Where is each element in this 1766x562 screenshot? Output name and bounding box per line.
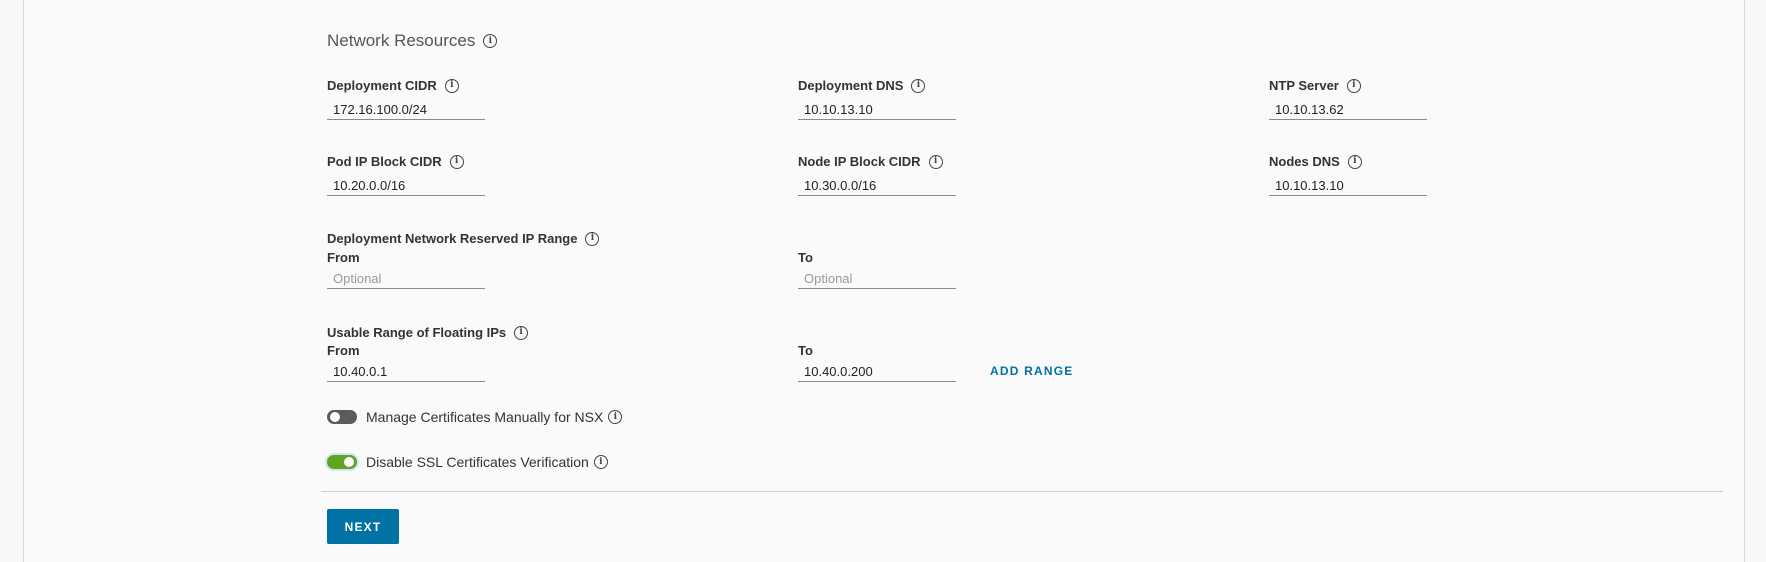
info-icon[interactable]: i	[444, 78, 459, 93]
section-title: Network Resources i	[327, 31, 498, 51]
floating-to-label: To	[798, 343, 813, 358]
floating-to-input[interactable]	[798, 361, 956, 382]
manage-certs-toggle-row: Manage Certificates Manually for NSX i	[327, 409, 623, 425]
reserved-from-input[interactable]	[327, 268, 485, 289]
disable-ssl-toggle[interactable]	[327, 455, 357, 469]
deployment-cidr-label: Deployment CIDR i	[327, 78, 459, 93]
info-icon[interactable]: i	[1346, 78, 1361, 93]
floating-from-input[interactable]	[327, 361, 485, 382]
info-icon[interactable]: i	[928, 154, 943, 169]
disable-ssl-toggle-row: Disable SSL Certificates Verification i	[327, 454, 608, 470]
ntp-server-label: NTP Server i	[1269, 78, 1361, 93]
deployment-cidr-input[interactable]	[327, 99, 485, 120]
reserved-to-input[interactable]	[798, 268, 956, 289]
reserved-from-label: From	[327, 250, 360, 265]
info-icon[interactable]: i	[449, 154, 464, 169]
floating-from-label: From	[327, 343, 360, 358]
reserved-ip-range-label: Deployment Network Reserved IP Range i	[327, 231, 600, 246]
info-icon[interactable]: i	[1347, 154, 1362, 169]
info-icon[interactable]: i	[608, 410, 623, 424]
nodes-dns-input[interactable]	[1269, 175, 1427, 196]
toggle-knob	[344, 457, 354, 467]
nodes-dns-label: Nodes DNS i	[1269, 154, 1362, 169]
info-icon[interactable]: i	[514, 325, 529, 340]
deployment-dns-label: Deployment DNS i	[798, 78, 926, 93]
info-icon[interactable]: i	[483, 34, 498, 48]
next-button[interactable]: NEXT	[327, 509, 399, 544]
info-icon[interactable]: i	[593, 455, 608, 469]
toggle-knob	[330, 412, 340, 422]
ntp-server-input[interactable]	[1269, 99, 1427, 120]
manage-certs-toggle[interactable]	[327, 410, 357, 424]
info-icon[interactable]: i	[911, 78, 926, 93]
floating-ip-range-label: Usable Range of Floating IPs i	[327, 325, 529, 340]
reserved-to-label: To	[798, 250, 813, 265]
manage-certs-label: Manage Certificates Manually for NSX	[366, 409, 604, 425]
pod-ip-block-cidr-input[interactable]	[327, 175, 485, 196]
deployment-dns-input[interactable]	[798, 99, 956, 120]
footer-divider	[321, 491, 1723, 492]
disable-ssl-label: Disable SSL Certificates Verification	[366, 454, 589, 470]
node-ip-block-cidr-input[interactable]	[798, 175, 956, 196]
node-ip-block-cidr-label: Node IP Block CIDR i	[798, 154, 943, 169]
add-range-button[interactable]: ADD RANGE	[990, 364, 1073, 378]
section-title-text: Network Resources	[327, 31, 476, 50]
info-icon[interactable]: i	[585, 231, 600, 246]
pod-ip-block-cidr-label: Pod IP Block CIDR i	[327, 154, 464, 169]
